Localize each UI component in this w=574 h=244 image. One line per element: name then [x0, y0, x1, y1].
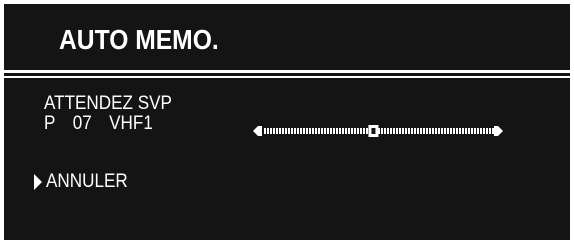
- tuning-scale: [264, 128, 494, 134]
- tuning-right-arrow-icon: [494, 126, 503, 136]
- selection-pointer-icon: [34, 174, 42, 190]
- menu-item-annuler[interactable]: ANNULER: [34, 170, 137, 194]
- tuning-progress-bar: [252, 125, 504, 137]
- status-message: ATTENDEZ SVP: [44, 93, 172, 114]
- channel-band: VHF1: [109, 113, 153, 134]
- tuning-left-arrow-icon: [253, 126, 262, 136]
- divider-bottom: [4, 76, 570, 78]
- status-block: ATTENDEZ SVP P 07 VHF1: [44, 94, 172, 134]
- channel-info: P 07 VHF1: [44, 114, 172, 134]
- menu-item-label: ANNULER: [46, 171, 128, 192]
- channel-prefix: P: [44, 113, 56, 134]
- osd-screen: AUTO MEMO. ATTENDEZ SVP P 07 VHF1 ANNULE…: [4, 4, 570, 240]
- channel-number: 07: [72, 113, 92, 134]
- divider-top: [4, 70, 570, 73]
- tuning-position-marker: [368, 125, 379, 137]
- page-title: AUTO MEMO.: [59, 24, 219, 55]
